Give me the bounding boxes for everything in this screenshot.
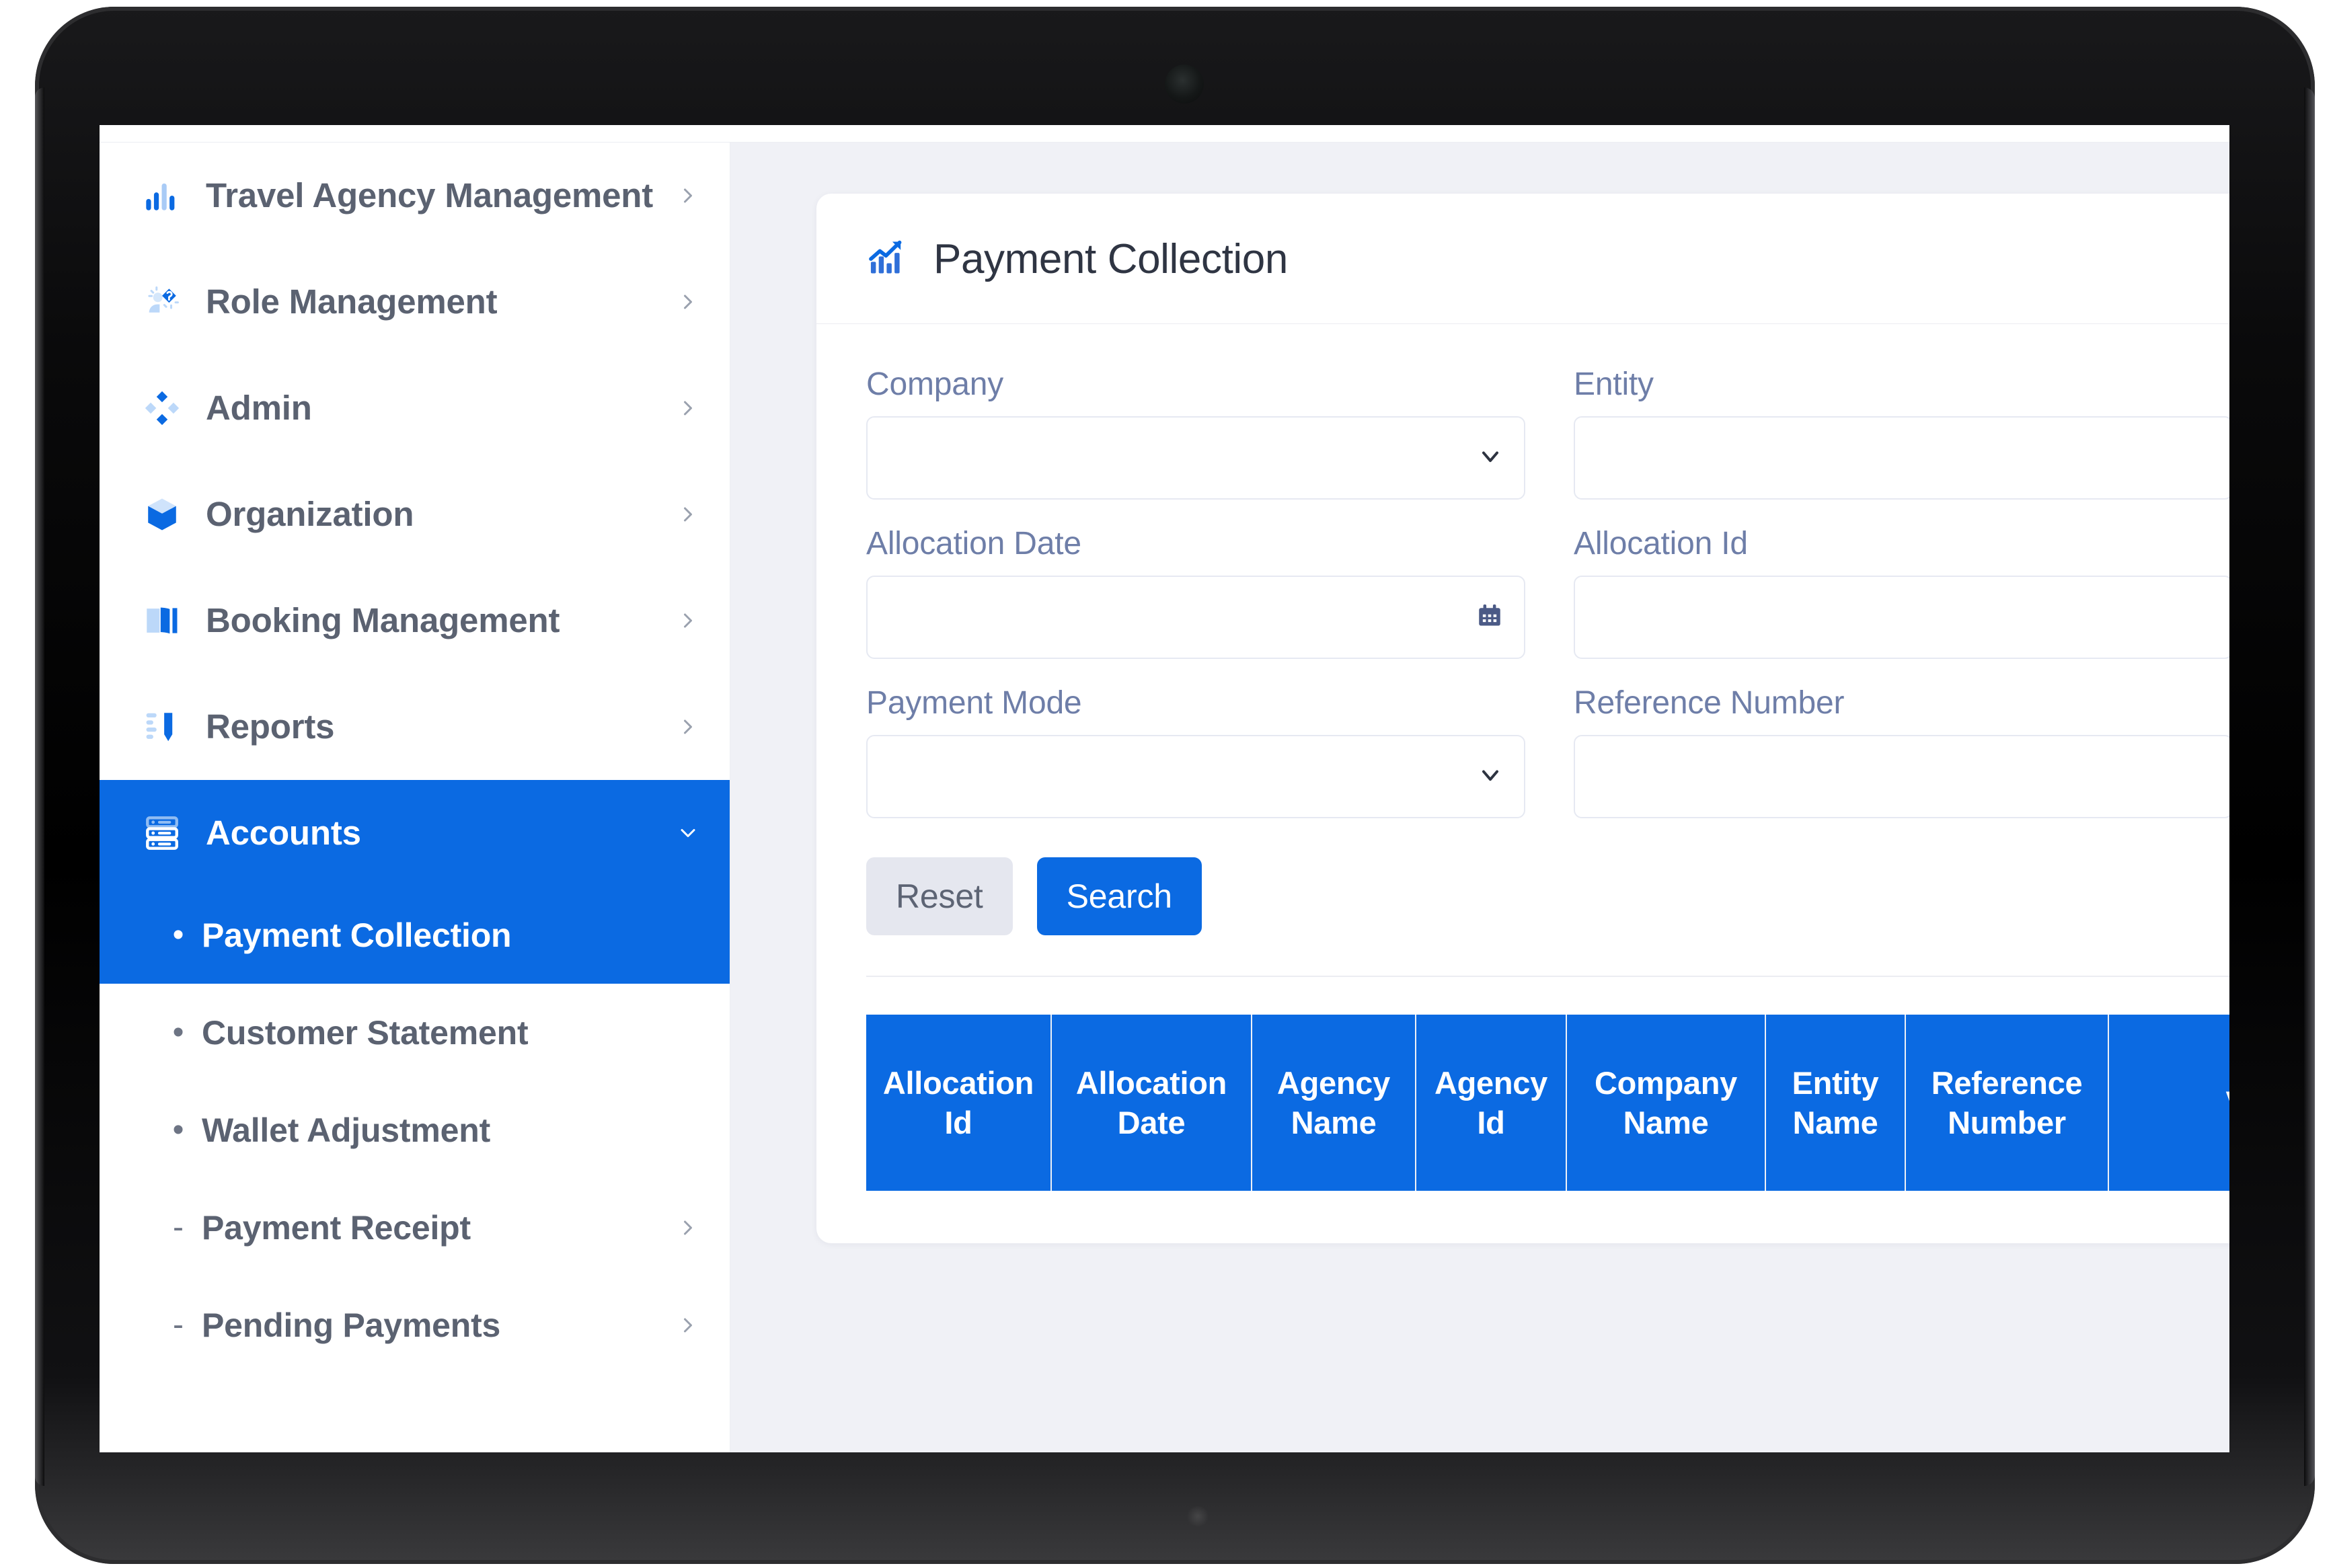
sidebar-item-organization[interactable]: Organization: [100, 461, 730, 567]
field-allocation-id: Allocation Id: [1574, 525, 2229, 659]
column-header-reference-number[interactable]: Reference Number: [1906, 1015, 2109, 1191]
field-entity: Entity: [1574, 366, 2229, 500]
dash-icon: -: [173, 1306, 184, 1343]
column-header-agency-name[interactable]: Agency Name: [1252, 1015, 1416, 1191]
calendar-icon[interactable]: [1476, 602, 1504, 633]
sidebar-subitem-customer-statement[interactable]: • Customer Statement: [100, 984, 730, 1081]
report-ruler-icon: [141, 706, 183, 748]
column-header-view[interactable]: View: [2109, 1015, 2229, 1191]
search-button[interactable]: Search: [1036, 857, 1202, 935]
user-role-icon: [141, 281, 183, 323]
payment-mode-select[interactable]: [866, 735, 1525, 818]
chevron-down-icon: [676, 821, 700, 845]
chevron-down-icon: [1477, 762, 1504, 792]
field-label-reference-number: Reference Number: [1574, 685, 1845, 721]
sidebar-item-admin[interactable]: Admin: [100, 355, 730, 461]
entity-input[interactable]: [1574, 416, 2229, 500]
card-header: Payment Collection: [816, 194, 2229, 324]
page-title: Payment Collection: [933, 236, 1288, 282]
field-label-payment-mode: Payment Mode: [866, 685, 1082, 721]
chevron-right-icon: [676, 184, 700, 208]
bullet-icon: •: [172, 1014, 184, 1050]
sidebar-item-label: Booking Management: [206, 600, 560, 639]
table-header-row: Allocation Id Allocation Date Agency Nam…: [866, 1015, 2229, 1191]
card-body: Company Entity Allocation Date Allocatio…: [816, 324, 2229, 1243]
sidebar-item-travel-agency-management[interactable]: Travel Agency Management: [100, 143, 730, 249]
sidebar-subitem-payment-collection[interactable]: • Payment Collection: [100, 886, 730, 984]
sidebar-subitem-label: Payment Receipt: [202, 1208, 471, 1247]
sidebar-subitem-label: Customer Statement: [202, 1013, 529, 1052]
sidebar-item-label: Accounts: [206, 813, 361, 852]
chart-trend-up-icon: [866, 236, 909, 282]
sidebar-subitem-payment-receipt[interactable]: - Payment Receipt: [100, 1179, 730, 1276]
sidebar-navigation[interactable]: Travel Agency Management Role Management…: [100, 143, 730, 1452]
sidebar-item-booking-management[interactable]: Booking Management: [100, 567, 730, 674]
bar-chart-icon: [141, 175, 183, 217]
app-top-bar: [100, 125, 2229, 143]
book-icon: [141, 600, 183, 641]
sidebar-item-label: Organization: [206, 494, 414, 533]
chevron-right-icon: [676, 396, 700, 420]
allocation-date-input[interactable]: [866, 576, 1525, 659]
main-content: Payment Collection Company Entity Alloca…: [731, 143, 2229, 1452]
allocation-id-input[interactable]: [1574, 576, 2229, 659]
column-header-company-name[interactable]: Company Name: [1567, 1015, 1766, 1191]
chevron-right-icon: [676, 715, 700, 739]
search-filters-form: Company Entity Allocation Date Allocatio…: [866, 366, 2229, 844]
sidebar-subitem-label: Wallet Adjustment: [202, 1111, 491, 1149]
server-rack-icon: [141, 812, 183, 854]
payment-collection-table: Allocation Id Allocation Date Agency Nam…: [866, 1015, 2229, 1191]
table-head: Allocation Id Allocation Date Agency Nam…: [866, 1015, 2229, 1191]
field-payment-mode: Payment Mode: [866, 684, 1525, 818]
chevron-down-icon: [1477, 443, 1504, 473]
sidebar-subitem-label: Pending Payments: [202, 1306, 501, 1344]
sidebar-item-reports[interactable]: Reports: [100, 674, 730, 780]
column-header-allocation-id[interactable]: Allocation Id: [866, 1015, 1052, 1191]
device-left-edge: [35, 87, 44, 1486]
chevron-right-icon: [676, 290, 700, 314]
bullet-icon: •: [172, 916, 184, 953]
front-camera-icon: [1165, 65, 1204, 104]
field-company: Company: [866, 366, 1525, 500]
sidebar-item-label: Role Management: [206, 282, 498, 321]
field-reference-number: Reference Number: [1574, 684, 2229, 818]
payment-collection-card: Payment Collection Company Entity Alloca…: [816, 194, 2229, 1243]
section-divider: [866, 976, 2229, 977]
bullet-icon: •: [172, 1111, 184, 1148]
sidebar-subitem-label: Payment Collection: [202, 916, 512, 954]
reset-button[interactable]: Reset: [866, 857, 1013, 935]
column-header-entity-name[interactable]: Entity Name: [1766, 1015, 1906, 1191]
company-select[interactable]: [866, 416, 1525, 500]
field-label-allocation-id: Allocation Id: [1574, 526, 1748, 561]
sidebar-item-role-management[interactable]: Role Management: [100, 249, 730, 355]
chevron-right-icon: [676, 1313, 700, 1337]
results-table-container[interactable]: Allocation Id Allocation Date Agency Nam…: [866, 1015, 2229, 1243]
reference-number-input[interactable]: [1574, 735, 2229, 818]
home-indicator: [1186, 1506, 1209, 1526]
form-actions: Reset Search: [866, 844, 2229, 976]
device-right-edge: [2304, 87, 2315, 1486]
field-label-allocation-date: Allocation Date: [866, 526, 1081, 561]
dash-icon: -: [173, 1209, 184, 1245]
field-label-entity: Entity: [1574, 366, 1654, 402]
sidebar-item-accounts[interactable]: Accounts: [100, 780, 730, 886]
sidebar-item-label: Travel Agency Management: [206, 175, 654, 214]
field-allocation-date: Allocation Date: [866, 525, 1525, 659]
chevron-right-icon: [676, 609, 700, 633]
column-header-allocation-date[interactable]: Allocation Date: [1052, 1015, 1252, 1191]
column-header-agency-id[interactable]: Agency Id: [1416, 1015, 1567, 1191]
tablet-screen: Travel Agency Management Role Management…: [100, 125, 2229, 1452]
cube-icon: [141, 494, 183, 535]
chevron-right-icon: [676, 502, 700, 526]
sidebar-item-label: Reports: [206, 707, 335, 746]
sidebar-item-label: Admin: [206, 388, 312, 427]
sidebar-subitem-wallet-adjustment[interactable]: • Wallet Adjustment: [100, 1081, 730, 1179]
diamond-grid-icon: [141, 387, 183, 429]
chevron-right-icon: [676, 1216, 700, 1240]
sidebar-subitem-pending-payments[interactable]: - Pending Payments: [100, 1276, 730, 1374]
field-label-company: Company: [866, 366, 1004, 402]
